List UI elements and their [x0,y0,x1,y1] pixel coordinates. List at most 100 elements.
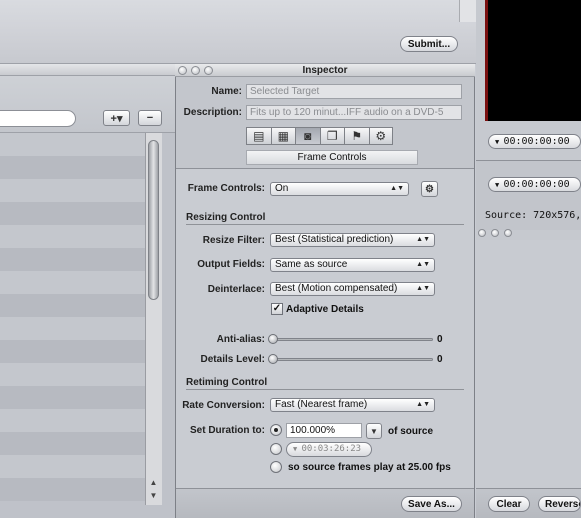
resize-filter-value: Best (Statistical prediction) [275,234,394,245]
percent-field[interactable]: 100.000% [286,423,362,438]
frame-controls-popup[interactable]: On ▲▼ [270,182,409,196]
list-row[interactable] [0,478,145,501]
details-level-slider-track[interactable] [270,358,433,361]
details-level-value: 0 [437,354,443,365]
selected-tab-label: Frame Controls [246,150,418,165]
timecode-2-value: 00:00:00:00 [503,179,570,190]
left-panel-header [0,64,175,76]
scroll-up-arrow-icon[interactable]: ▲ [149,478,158,487]
frame-controls-tab-icon[interactable]: ◙ [295,127,320,145]
popup-arrows-icon: ▲▼ [416,236,430,243]
resize-filter-popup[interactable]: Best (Statistical prediction) ▲▼ [270,233,435,247]
list-row[interactable] [0,202,145,225]
frame-controls-value: On [275,183,289,194]
duration-radio[interactable] [270,443,282,455]
actions-tab-icon[interactable]: ⚑ [344,127,369,145]
name-field[interactable]: Selected Target [246,84,462,99]
description-field[interactable]: Fits up to 120 minut...IFF audio on a DV… [246,105,462,120]
list-row[interactable] [0,133,145,156]
summary-tab-icon[interactable]: ▤ [246,127,271,145]
list-row[interactable] [0,179,145,202]
list-row[interactable] [0,248,145,271]
adaptive-details-checkbox[interactable]: ✓ [271,303,283,315]
list-row[interactable] [0,432,145,455]
anti-alias-value: 0 [437,334,443,345]
top-toolbar [0,0,476,64]
rate-conversion-popup[interactable]: Fast (Nearest frame) ▲▼ [270,398,435,412]
list-row[interactable] [0,455,145,478]
list-row[interactable] [0,409,145,432]
gear-icon: ⚙ [425,183,434,195]
timecode-field-2[interactable]: ▼ 00:00:00:00 [488,177,581,192]
save-as-button[interactable]: Save As... [401,496,462,512]
close-window-icon[interactable] [478,229,486,237]
clear-button[interactable]: Clear [488,496,530,512]
search-field[interactable] [0,110,76,127]
deinterlace-value: Best (Motion compensated) [275,283,398,294]
list-row[interactable] [0,363,145,386]
right-lower-pane [476,240,581,490]
submit-button[interactable]: Submit... [400,36,458,52]
rate-conversion-value: Fast (Nearest frame) [275,399,368,410]
details-level-slider-knob[interactable] [268,354,278,364]
source-frames-label: so source frames play at 25.00 fps [288,462,451,473]
chevron-down-icon: ▼ [370,426,378,436]
rate-conversion-label: Rate Conversion: [182,400,265,411]
top-scrollbar[interactable] [459,0,476,22]
reverse-button[interactable]: Reverse [538,496,581,512]
list-row[interactable] [0,317,145,340]
anti-alias-slider-knob[interactable] [268,334,278,344]
popup-arrows-icon: ▲▼ [390,185,404,192]
duration-timecode-field[interactable]: ▼ 00:03:26:23 [286,442,372,457]
list-row[interactable] [0,225,145,248]
left-scroll-thumb[interactable] [148,140,159,300]
anti-alias-slider-track[interactable] [270,338,433,341]
deinterlace-label: Deinterlace: [207,284,265,295]
output-fields-label: Output Fields: [197,259,265,270]
retiming-section-title: Retiming Control [186,377,268,388]
timecode-1-value: 00:00:00:00 [503,136,570,147]
output-fields-value: Same as source [275,259,348,270]
anti-alias-label: Anti-alias: [216,334,265,345]
remove-button[interactable]: − [138,110,162,126]
popup-arrows-icon: ▲▼ [416,401,430,408]
set-duration-label: Set Duration to: [190,425,265,436]
list-row[interactable] [0,340,145,363]
details-level-label: Details Level: [200,354,265,365]
percent-radio[interactable] [270,424,282,436]
list-row[interactable] [0,386,145,409]
duration-timecode-value: 00:03:26:23 [301,444,362,454]
resize-filter-label: Resize Filter: [202,235,265,246]
of-source-label: of source [388,426,434,437]
name-label: Name: [211,86,242,97]
video-tab-icon[interactable]: ▦ [270,127,295,145]
video-preview [485,0,581,121]
inspector-title: Inspector [302,65,348,76]
video-preview-edge [485,0,488,121]
scroll-down-arrow-icon[interactable]: ▼ [149,491,158,500]
list-row[interactable] [0,294,145,317]
frame-controls-label: Frame Controls: [187,183,265,194]
timecode-field-1[interactable]: ▼ 00:00:00:00 [488,134,581,149]
popup-arrows-icon: ▲▼ [416,285,430,292]
adaptive-details-label: Adaptive Details [286,304,364,315]
frame-controls-settings-button[interactable]: ⚙ [421,181,438,197]
layers-tab-icon[interactable]: ❐ [319,127,344,145]
percent-popup-button[interactable]: ▼ [366,423,382,439]
source-frames-radio[interactable] [270,461,282,473]
minimize-window-icon[interactable] [491,229,499,237]
resizing-section-title: Resizing Control [186,212,266,223]
add-button[interactable]: +▾ [103,110,130,126]
output-fields-popup[interactable]: Same as source ▲▼ [270,258,435,272]
description-label: Description: [183,107,242,118]
inspector-tab-bar: ▤ ▦ ◙ ❐ ⚑ ⚙ [246,127,418,145]
resizing-divider [186,224,464,225]
source-info-text: Source: 720x576, 25. [485,210,581,221]
zoom-window-icon[interactable] [504,229,512,237]
retiming-divider [186,389,464,390]
deinterlace-popup[interactable]: Best (Motion compensated) ▲▼ [270,282,435,296]
gear-tab-icon[interactable]: ⚙ [368,127,393,145]
popup-arrows-icon: ▲▼ [416,261,430,268]
list-row[interactable] [0,271,145,294]
list-row[interactable] [0,156,145,179]
